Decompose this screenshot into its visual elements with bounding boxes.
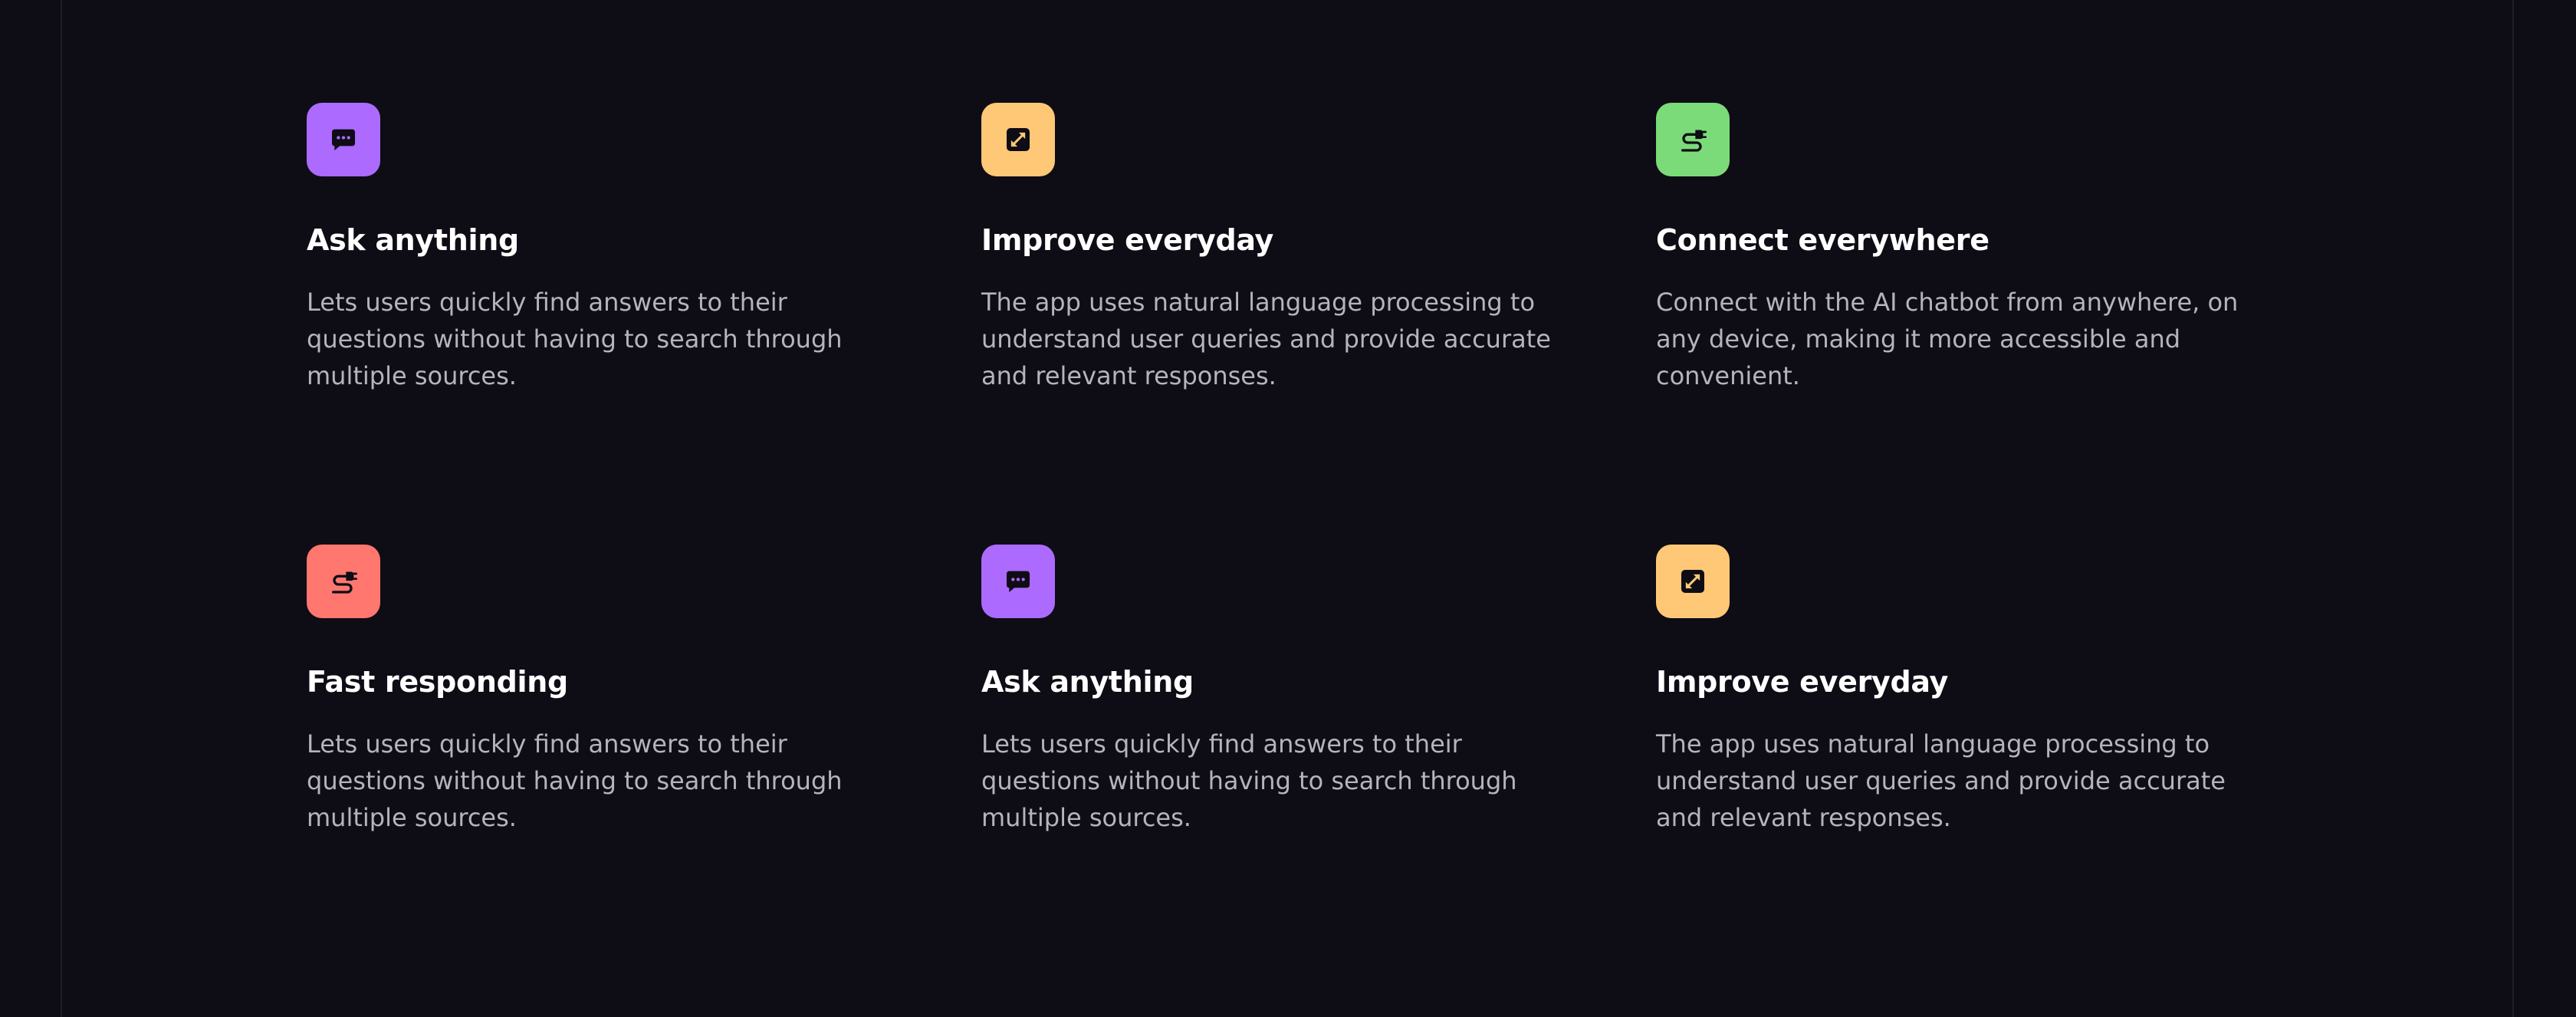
feature-title: Fast responding <box>307 665 568 699</box>
feature-title: Ask anything <box>307 223 519 257</box>
feature-icon-tile <box>1656 545 1730 618</box>
chat-bubble-icon <box>1007 571 1030 593</box>
feature-description: Connect with the AI chatbot from anywher… <box>1656 288 2239 390</box>
feature-description: The app uses natural language processing… <box>981 288 1551 390</box>
feature-icon-tile <box>981 545 1055 618</box>
feature-card: Improve everyday The app uses natural la… <box>1656 545 2269 986</box>
feature-card: Fast responding Lets users quickly find … <box>307 545 920 986</box>
feature-title: Ask anything <box>981 665 1194 699</box>
feature-title: Connect everywhere <box>1656 223 1990 257</box>
plug-cable-icon <box>1681 130 1707 152</box>
feature-icon-tile <box>307 545 380 618</box>
left-frame-divider <box>61 0 62 1017</box>
feature-card: Ask anything Lets users quickly find ans… <box>307 103 920 545</box>
feature-icon-tile <box>1656 103 1730 176</box>
features-grid: Ask anything Lets users quickly find ans… <box>307 103 2331 986</box>
feature-description: The app uses natural language processing… <box>1656 729 2226 832</box>
feature-card: Ask anything Lets users quickly find ans… <box>981 545 1595 986</box>
feature-icon-tile <box>307 103 380 176</box>
feature-description: Lets users quickly find answers to their… <box>307 729 843 832</box>
plug-cable-icon <box>332 571 357 594</box>
feature-description: Lets users quickly find answers to their… <box>307 288 843 390</box>
feature-icon-tile <box>981 103 1055 176</box>
feature-card: Improve everyday The app uses natural la… <box>981 103 1595 545</box>
chat-bubble-icon <box>332 129 355 151</box>
feature-title: Improve everyday <box>981 223 1274 257</box>
expand-arrows-icon <box>1007 128 1030 151</box>
feature-card: Connect everywhere Connect with the AI c… <box>1656 103 2269 545</box>
feature-title: Improve everyday <box>1656 665 1949 699</box>
right-frame-divider <box>2512 0 2514 1017</box>
expand-arrows-icon <box>1681 570 1704 593</box>
feature-description: Lets users quickly find answers to their… <box>981 729 1517 832</box>
